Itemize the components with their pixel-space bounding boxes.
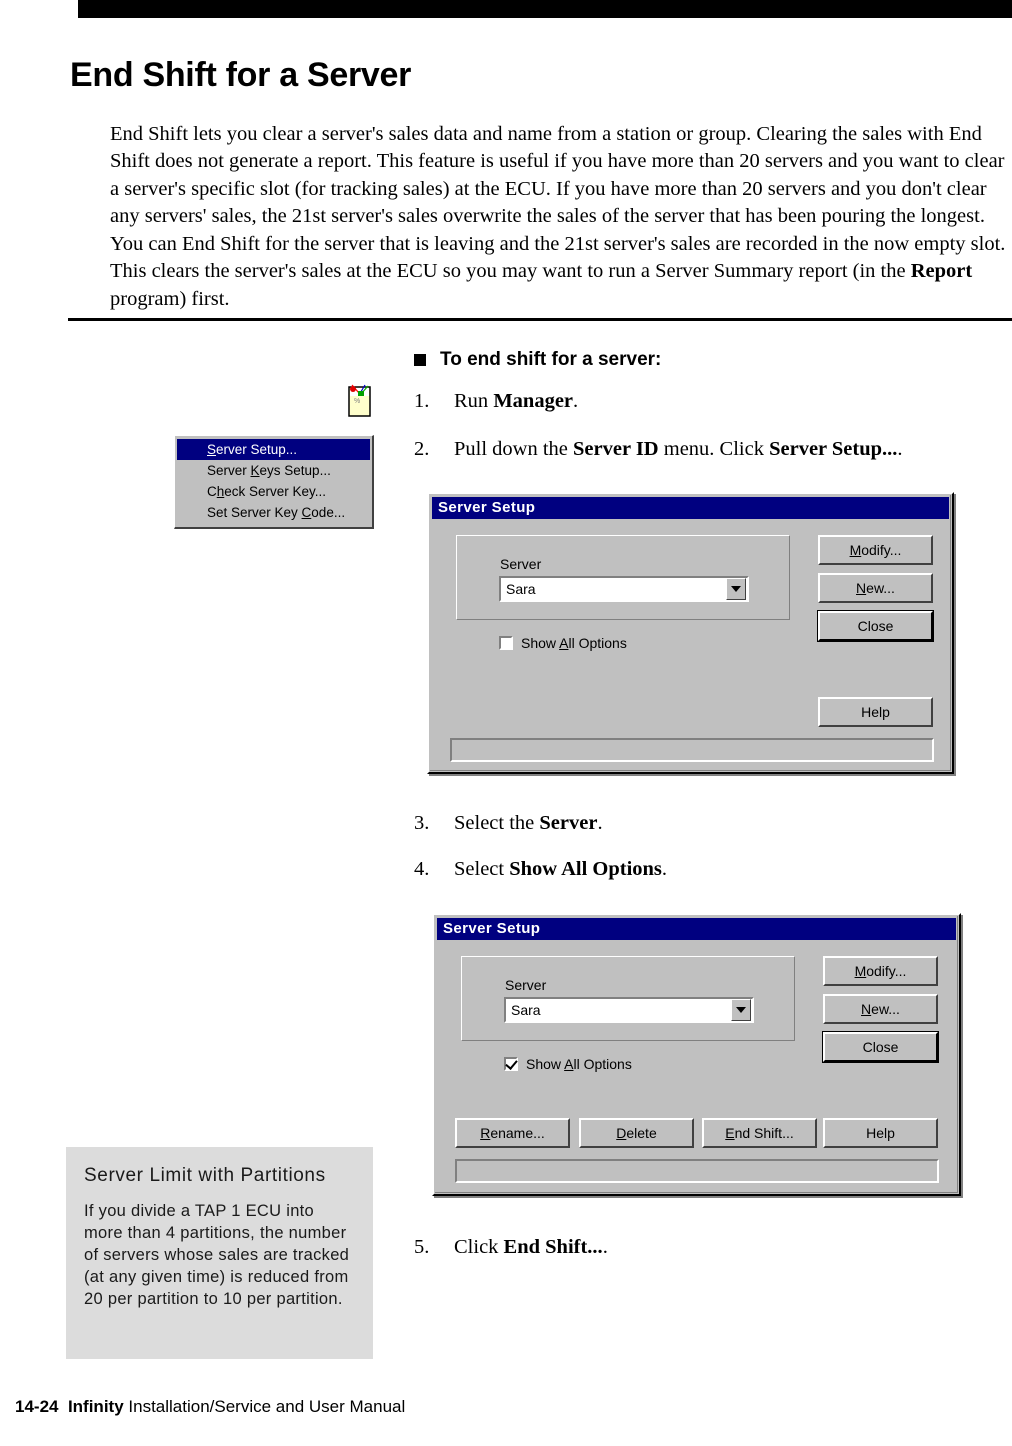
intro-bold-report: Report [910, 260, 973, 282]
menu-item-server-setup-after: erver Setup... [216, 442, 298, 457]
show-all-options-checkbox[interactable] [504, 1057, 518, 1071]
footer-manual-title: Installation/Service and User Manual [128, 1397, 406, 1416]
server-setup-dialog-expanded[interactable]: Server Setup Server Sara Show All Option… [432, 913, 961, 1196]
modify-button[interactable]: Modify... [818, 535, 933, 565]
dialog-status-bar [455, 1159, 939, 1183]
end-shift-button[interactable]: End Shift... [702, 1118, 817, 1148]
step-5-post: . [602, 1236, 608, 1258]
svg-text:%: % [354, 398, 360, 405]
step-2: 2. Pull down the Server ID menu. Click Se… [414, 436, 903, 462]
server-combobox-value: Sara [506, 581, 536, 597]
server-field-label: Server [500, 556, 542, 572]
chevron-down-icon[interactable] [731, 999, 751, 1021]
side-note-body: If you divide a TAP 1 ECU into more than… [84, 1202, 350, 1308]
step-4: 4. Select Show All Options. [414, 856, 667, 882]
menu-item-set-server-key-code[interactable]: Set Server Key Code... [177, 502, 370, 523]
new-button[interactable]: New... [823, 994, 938, 1024]
help-button[interactable]: Help [818, 697, 933, 727]
menu-item-server-setup[interactable]: Server Setup... [177, 439, 370, 460]
menu-item-check-server-key-before: C [207, 484, 217, 499]
step-5-bold: End Shift... [503, 1236, 603, 1258]
step-3-bold: Server [539, 812, 598, 834]
server-id-menu[interactable]: Server Setup... Server Keys Setup... Che… [174, 435, 374, 529]
modify-button[interactable]: Modify... [823, 956, 938, 986]
step-4-bold: Show All Options [509, 858, 662, 880]
step-2-number: 2. [414, 438, 430, 460]
step-3-number: 3. [414, 812, 430, 834]
step-1-pre: Run [454, 390, 494, 412]
dialog-status-bar [450, 738, 934, 762]
step-5: 5. Click End Shift.... [414, 1234, 608, 1260]
rename-button[interactable]: Rename... [455, 1118, 570, 1148]
delete-button[interactable]: Delete [579, 1118, 694, 1148]
server-combobox-value: Sara [511, 1002, 541, 1018]
section-divider [68, 318, 1012, 321]
menu-item-set-server-key-code-key: C [301, 505, 312, 520]
step-3: 3. Select the Server. [414, 810, 603, 836]
dialog-titlebar: Server Setup [437, 918, 956, 940]
step-2-bold2: Server Setup... [769, 438, 898, 460]
close-button[interactable]: Close [817, 610, 934, 642]
menu-item-server-setup-key: S [207, 442, 217, 457]
menu-item-set-server-key-code-before: Set Server Key [207, 505, 302, 520]
step-1-bold: Manager [493, 390, 574, 412]
dialog-titlebar: Server Setup [432, 497, 949, 519]
server-combobox[interactable]: Sara [504, 997, 754, 1023]
page-header-bar [78, 0, 1012, 18]
intro-paragraph: End Shift lets you clear a server's sale… [110, 121, 1010, 314]
show-all-options-label: Show All Options [521, 635, 627, 651]
menu-item-server-keys-setup-before: Server [207, 463, 251, 478]
menu-item-check-server-key-after: eck Server Key... [224, 484, 327, 499]
intro-text-part1: End Shift lets you clear a server's sale… [110, 122, 1006, 283]
footer-brand: Infinity [67, 1397, 124, 1416]
show-all-options-checkbox[interactable] [499, 636, 513, 650]
chevron-down-icon[interactable] [726, 578, 746, 600]
menu-item-set-server-key-code-after: ode... [311, 505, 346, 520]
server-setup-dialog-collapsed[interactable]: Server Setup Server Sara Show All Option… [427, 492, 954, 774]
step-5-pre: Click [454, 1236, 504, 1258]
side-note-box: Server Limit with Partitions If you divi… [66, 1147, 373, 1359]
close-button[interactable]: Close [822, 1031, 939, 1063]
step-1-post: . [573, 390, 579, 412]
server-combobox[interactable]: Sara [499, 576, 749, 602]
intro-text-part2: program) first. [110, 287, 230, 310]
help-button[interactable]: Help [823, 1118, 938, 1148]
procedure-heading-label: To end shift for a server: [440, 349, 662, 370]
show-all-options-row[interactable]: Show All Options [504, 1056, 632, 1072]
step-2-bold: Server ID [573, 438, 659, 460]
step-4-pre: Select [454, 858, 510, 880]
show-all-options-row[interactable]: Show All Options [499, 635, 627, 651]
step-3-post: . [597, 812, 603, 834]
step-2-post: . [897, 438, 903, 460]
menu-item-server-keys-setup-key: K [250, 463, 260, 478]
menu-item-check-server-key[interactable]: Check Server Key... [177, 481, 370, 502]
procedure-heading: To end shift for a server: [414, 349, 661, 371]
server-field-label: Server [505, 977, 547, 993]
footer-page-number: 14-24 [15, 1397, 59, 1416]
step-1-number: 1. [414, 390, 430, 412]
side-note-title: Server Limit with Partitions [84, 1165, 326, 1186]
step-2-pre: Pull down the [454, 438, 574, 460]
step-4-post: . [661, 858, 668, 880]
menu-item-server-keys-setup-after: eys Setup... [259, 463, 331, 478]
square-bullet-icon [414, 354, 426, 366]
step-3-pre: Select the [454, 812, 540, 834]
step-2-mid: menu. Click [658, 438, 770, 460]
page-footer: 14-24 Infinity Installation/Service and … [15, 1397, 405, 1417]
step-4-number: 4. [414, 858, 430, 880]
manager-app-icon: % [346, 383, 373, 418]
show-all-options-label: Show All Options [526, 1056, 632, 1072]
new-button[interactable]: New... [818, 573, 933, 603]
page-title: End Shift for a Server [70, 55, 412, 94]
step-1: 1. Run Manager. [414, 388, 578, 414]
menu-item-server-keys-setup[interactable]: Server Keys Setup... [177, 460, 370, 481]
step-5-number: 5. [414, 1236, 430, 1258]
